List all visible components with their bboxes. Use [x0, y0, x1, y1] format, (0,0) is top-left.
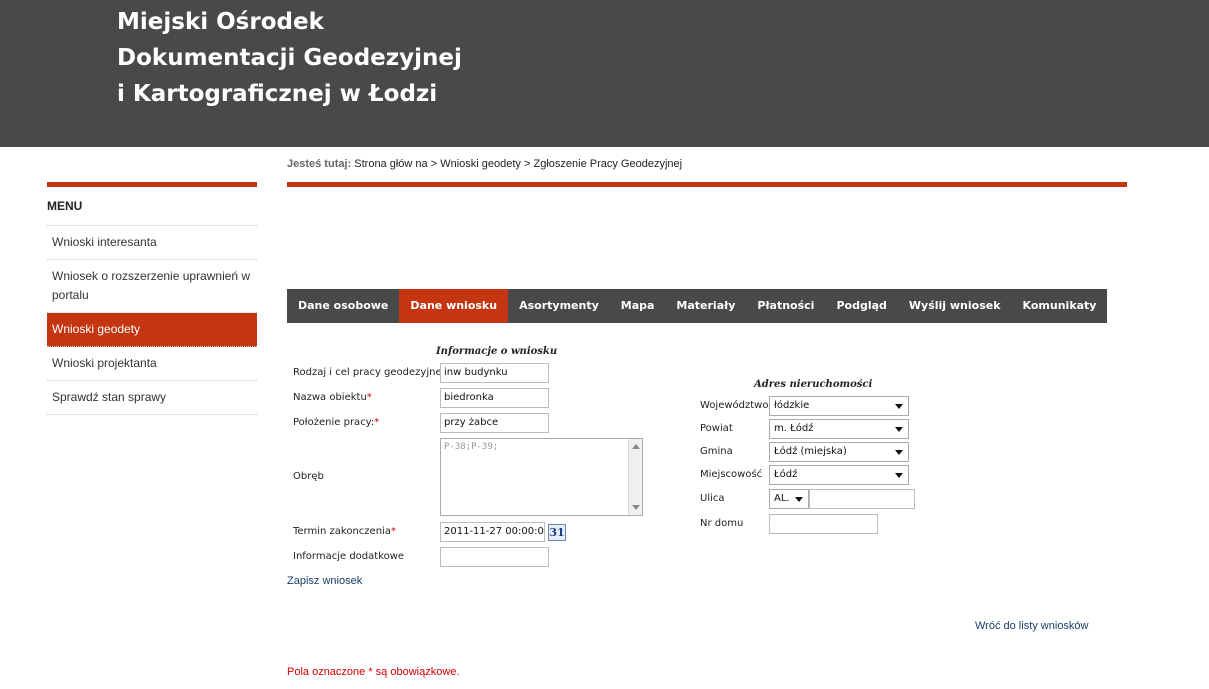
- wojewodztwo-value: łódzkie: [774, 400, 810, 411]
- breadcrumb-home-link[interactable]: Strona głów na: [354, 158, 427, 170]
- chevron-down-icon: [895, 427, 903, 432]
- chevron-down-icon: [895, 404, 903, 409]
- nazwa-input[interactable]: biedronka: [440, 388, 549, 408]
- ulica-prefix-value: AL.: [774, 493, 790, 504]
- required-mark: *: [390, 526, 396, 537]
- form-tabs: Dane osobowe Dane wniosku Asortymenty Ma…: [287, 289, 1108, 323]
- required-mark: *: [366, 392, 372, 403]
- calendar-icon[interactable]: 31: [548, 524, 566, 541]
- breadcrumb-geodety-link[interactable]: Wnioski geodety: [440, 158, 521, 170]
- powiat-select[interactable]: m. Łódź: [769, 419, 909, 439]
- wojewodztwo-label: Województwo: [700, 400, 769, 411]
- sidebar-item-wnioski-interesanta[interactable]: Wnioski interesanta: [47, 226, 257, 260]
- polozenie-input[interactable]: przy żabce: [440, 413, 549, 433]
- save-link[interactable]: Zapisz wniosek: [287, 575, 362, 587]
- nazwa-label: Nazwa obiektu*: [293, 392, 372, 403]
- polozenie-label: Położenie pracy:*: [293, 417, 379, 428]
- sidebar-item-wnioski-projektanta[interactable]: Wnioski projektanta: [47, 347, 257, 381]
- dodatkowe-label: Informacje dodatkowe: [293, 551, 405, 562]
- tab-dane-wniosku[interactable]: Dane wniosku: [399, 289, 509, 323]
- powiat-label: Powiat: [700, 423, 733, 434]
- ulica-input[interactable]: [809, 489, 915, 509]
- breadcrumb-current: Zgłoszenie Pracy Geodezyjnej: [533, 158, 683, 170]
- site-title-line-2: Dokumentacji Geodezyjnej: [117, 45, 462, 71]
- scroll-up-icon[interactable]: [632, 444, 640, 449]
- scroll-down-icon[interactable]: [632, 505, 640, 510]
- back-to-list-link[interactable]: Wróć do listy wniosków: [975, 620, 1089, 632]
- obreb-scrollbar[interactable]: [628, 439, 642, 515]
- tab-komunikaty[interactable]: Komunikaty: [1012, 289, 1108, 323]
- chevron-down-icon: [895, 450, 903, 455]
- ulica-label: Ulica: [700, 493, 725, 504]
- site-header: Miejski Ośrodek Dokumentacji Geodezyjnej…: [0, 0, 1209, 147]
- ulica-prefix-select[interactable]: AL.: [769, 489, 809, 509]
- breadcrumb-separator: >: [430, 158, 438, 170]
- nr-domu-label: Nr domu: [700, 518, 744, 529]
- site-title: Miejski Ośrodek Dokumentacji Geodezyjnej…: [117, 4, 462, 112]
- miejscowosc-value: Łódź: [774, 469, 798, 480]
- dodatkowe-input[interactable]: [440, 547, 549, 567]
- tab-materialy[interactable]: Materiały: [665, 289, 746, 323]
- termin-input[interactable]: 2011-11-27 00:00:00: [440, 522, 545, 542]
- termin-label: Termin zakonczenia*: [293, 526, 396, 537]
- gmina-select[interactable]: Łódź (miejska): [769, 442, 909, 462]
- breadcrumb: Jesteś tutaj: Strona głów na > Wnioski g…: [287, 158, 682, 170]
- sidebar-menu: Wnioski interesanta Wniosek o rozszerzen…: [47, 225, 257, 415]
- tab-platnosci[interactable]: Płatności: [746, 289, 825, 323]
- sidebar-item-rozszerzenie-uprawnien[interactable]: Wniosek o rozszerzenie uprawnień w porta…: [47, 260, 257, 313]
- nr-domu-input[interactable]: [769, 514, 878, 534]
- site-title-line-1: Miejski Ośrodek: [117, 9, 324, 35]
- breadcrumb-label: Jesteś tutaj:: [287, 158, 352, 170]
- obreb-textarea[interactable]: P-38;P-39;: [440, 438, 643, 516]
- obreb-label: Obręb: [293, 471, 324, 482]
- tab-podglad[interactable]: Podgląd: [825, 289, 897, 323]
- termin-label-text: Termin zakonczenia: [293, 526, 391, 537]
- rodzaj-label-text: Rodzaj i cel pracy geodezyjnej: [293, 367, 445, 378]
- miejscowosc-label: Miejscowość: [700, 469, 763, 480]
- required-mark: *: [374, 417, 380, 428]
- required-fields-note: Pola oznaczone * są obowiązkowe.: [287, 666, 460, 678]
- sidebar-item-stan-sprawy[interactable]: Sprawdź stan sprawy: [47, 381, 257, 415]
- rodzaj-input[interactable]: inw budynku: [440, 363, 549, 383]
- tab-mapa[interactable]: Mapa: [610, 289, 666, 323]
- tab-dane-osobowe[interactable]: Dane osobowe: [287, 289, 399, 323]
- gmina-label: Gmina: [700, 446, 733, 457]
- gmina-value: Łódź (miejska): [774, 446, 847, 457]
- powiat-value: m. Łódź: [774, 423, 814, 434]
- nazwa-label-text: Nazwa obiektu: [293, 392, 367, 403]
- tab-asortymenty[interactable]: Asortymenty: [508, 289, 610, 323]
- rodzaj-label: Rodzaj i cel pracy geodezyjnej*: [293, 367, 449, 378]
- sidebar-heading: MENU: [47, 199, 83, 213]
- sidebar-item-wnioski-geodety[interactable]: Wnioski geodety: [47, 313, 257, 347]
- address-section-title: Adres nieruchomości: [754, 379, 873, 390]
- info-section-title: Informacje o wniosku: [436, 346, 558, 357]
- tab-wyslij-wniosek[interactable]: Wyślij wniosek: [898, 289, 1012, 323]
- polozenie-label-text: Położenie pracy:: [293, 417, 375, 428]
- chevron-down-icon: [895, 473, 903, 478]
- site-title-line-3: i Kartograficznej w Łodzi: [117, 81, 438, 107]
- chevron-down-icon: [795, 497, 803, 502]
- miejscowosc-select[interactable]: Łódź: [769, 465, 909, 485]
- breadcrumb-separator: >: [524, 158, 531, 170]
- content-top-divider: [287, 182, 1127, 187]
- wojewodztwo-select[interactable]: łódzkie: [769, 396, 909, 416]
- obreb-textarea-value: P-38;P-39;: [444, 442, 499, 452]
- sidebar-top-divider: [47, 182, 257, 187]
